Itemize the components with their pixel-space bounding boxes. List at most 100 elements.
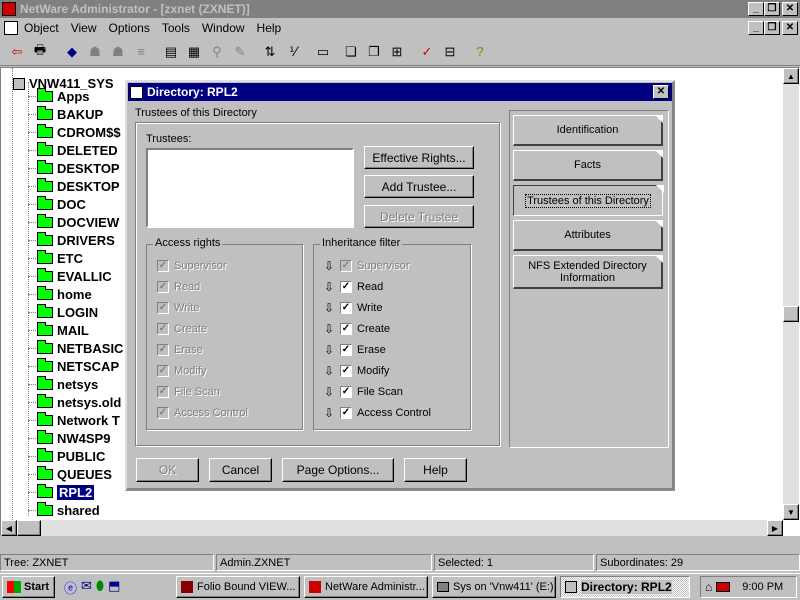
tree-item[interactable]: netsys bbox=[28, 375, 98, 393]
tree-item[interactable]: Network T bbox=[28, 411, 120, 429]
child-restore-button[interactable]: ❐ bbox=[764, 21, 780, 35]
menu-help[interactable]: Help bbox=[257, 21, 282, 35]
window-icon[interactable]: ▭ bbox=[312, 41, 334, 63]
scroll-right-button[interactable]: ▶ bbox=[767, 520, 783, 536]
access-right-checkbox[interactable]: ✓ Access Control bbox=[157, 405, 248, 421]
inheritance-checkbox[interactable]: ⇩ ✓ Erase bbox=[324, 342, 386, 358]
close-button[interactable]: ✕ bbox=[782, 2, 798, 16]
scroll-up-button[interactable]: ▲ bbox=[783, 68, 799, 84]
help-button[interactable]: Help bbox=[404, 458, 467, 482]
search-icon[interactable]: ⚲ bbox=[206, 41, 228, 63]
trustees-list[interactable] bbox=[146, 148, 354, 228]
main-title-bar[interactable]: NetWare Administrator - [zxnet (ZXNET)] … bbox=[0, 0, 800, 18]
user-icon[interactable]: ☗ bbox=[84, 41, 106, 63]
access-right-checkbox[interactable]: ✓ Write bbox=[157, 300, 199, 316]
outlook-icon[interactable]: ✉ bbox=[81, 578, 92, 597]
arrange-icon[interactable]: ⊞ bbox=[386, 41, 408, 63]
hscroll-thumb[interactable] bbox=[17, 520, 41, 536]
doc-icon[interactable] bbox=[4, 21, 18, 35]
delete-trustee-button[interactable]: Delete Trustee bbox=[364, 205, 474, 228]
tree-item[interactable]: shared bbox=[28, 501, 100, 519]
page-button[interactable]: Identification bbox=[513, 115, 663, 146]
page-options-button[interactable]: Page Options... bbox=[282, 458, 394, 482]
tree-item[interactable]: NW4SP9 bbox=[28, 429, 110, 447]
restore-button[interactable]: ❐ bbox=[764, 2, 780, 16]
scroll-down-button[interactable]: ▼ bbox=[783, 504, 799, 520]
horizontal-scrollbar[interactable]: ◀ ▶ bbox=[1, 520, 783, 536]
page-button[interactable]: NFS Extended Directory Information bbox=[513, 255, 663, 289]
tree-item[interactable]: DESKTOP bbox=[28, 177, 120, 195]
tree-item[interactable]: LOGIN bbox=[28, 303, 98, 321]
tile-icon[interactable]: ❐ bbox=[363, 41, 385, 63]
ie-icon[interactable]: ⓔ bbox=[64, 578, 77, 597]
exit-icon[interactable]: ⇦ bbox=[6, 41, 28, 63]
tree-item[interactable]: netsys.old bbox=[28, 393, 121, 411]
menu-options[interactable]: Options bbox=[108, 21, 149, 35]
access-right-checkbox[interactable]: ✓ Read bbox=[157, 279, 200, 295]
tree-item[interactable]: NETSCAP bbox=[28, 357, 119, 375]
network-icon[interactable]: ⊟ bbox=[439, 41, 461, 63]
minimize-button[interactable]: _ bbox=[748, 2, 764, 16]
template-icon[interactable]: ≡ bbox=[130, 41, 152, 63]
tray-volume-icon[interactable] bbox=[716, 582, 731, 592]
tree-item[interactable]: DELETED bbox=[28, 141, 118, 159]
start-button[interactable]: Start bbox=[2, 576, 55, 598]
tree-item[interactable]: NETBASIC bbox=[28, 339, 123, 357]
access-right-checkbox[interactable]: ✓ File Scan bbox=[157, 384, 220, 400]
browse-icon[interactable]: ◆ bbox=[61, 41, 83, 63]
inheritance-checkbox[interactable]: ⇩ ✓ Supervisor bbox=[324, 258, 410, 274]
tree-item[interactable]: EVALLIC bbox=[28, 267, 112, 285]
inheritance-checkbox[interactable]: ⇩ ✓ Modify bbox=[324, 363, 389, 379]
scroll-thumb[interactable] bbox=[783, 306, 799, 322]
dialog-close-button[interactable]: ✕ bbox=[653, 85, 669, 99]
menu-view[interactable]: View bbox=[71, 21, 97, 35]
tree-item[interactable]: Apps bbox=[28, 87, 90, 105]
tray-monitor-icon[interactable]: ⌂ bbox=[705, 580, 712, 594]
child-minimize-button[interactable]: _ bbox=[748, 21, 764, 35]
tree-item[interactable]: DOCVIEW bbox=[28, 213, 119, 231]
tree-item[interactable]: DESKTOP bbox=[28, 159, 120, 177]
menu-object[interactable]: Object bbox=[24, 21, 59, 35]
scroll-left-button[interactable]: ◀ bbox=[1, 520, 17, 536]
tree-item[interactable]: home bbox=[28, 285, 92, 303]
channels-icon[interactable]: ⬮ bbox=[96, 578, 104, 597]
chart-icon[interactable]: ✓ bbox=[416, 41, 438, 63]
group-icon[interactable]: ☗ bbox=[107, 41, 129, 63]
task-netware-admin[interactable]: NetWare Administr... bbox=[304, 576, 428, 598]
partition-icon[interactable]: ✎ bbox=[229, 41, 251, 63]
task-sys-drive[interactable]: Sys on 'Vnw411' (E:) bbox=[432, 576, 556, 598]
page-button[interactable]: Attributes bbox=[513, 220, 663, 251]
add-trustee-button[interactable]: Add Trustee... bbox=[364, 175, 474, 198]
desktop-icon[interactable]: ⬒ bbox=[108, 578, 120, 597]
help-icon[interactable]: ? bbox=[469, 41, 491, 63]
page-button[interactable]: Facts bbox=[513, 150, 663, 181]
move-icon[interactable]: ⇅ bbox=[259, 41, 281, 63]
tree-item[interactable]: CDROM$$ bbox=[28, 123, 121, 141]
sort-icon[interactable]: ⅟ bbox=[282, 41, 304, 63]
task-folio[interactable]: Folio Bound VIEW... bbox=[176, 576, 300, 598]
tree-item[interactable]: RPL2 bbox=[28, 483, 95, 501]
access-right-checkbox[interactable]: ✓ Supervisor bbox=[157, 258, 227, 274]
tree-item[interactable]: MAIL bbox=[28, 321, 89, 339]
menu-window[interactable]: Window bbox=[202, 21, 245, 35]
access-right-checkbox[interactable]: ✓ Create bbox=[157, 321, 207, 337]
dialog-title-bar[interactable]: Directory: RPL2 ✕ bbox=[128, 83, 672, 101]
tree-item[interactable]: BAKUP bbox=[28, 105, 103, 123]
tree-item[interactable]: DOC bbox=[28, 195, 86, 213]
access-right-checkbox[interactable]: ✓ Erase bbox=[157, 342, 203, 358]
ok-button[interactable]: OK bbox=[136, 458, 199, 482]
effective-rights-button[interactable]: Effective Rights... bbox=[364, 146, 474, 169]
tree-item[interactable]: PUBLIC bbox=[28, 447, 105, 465]
task-directory-rpl2[interactable]: Directory: RPL2 bbox=[560, 576, 690, 598]
tree-item[interactable]: QUEUES bbox=[28, 465, 112, 483]
rights-icon[interactable]: ▦ bbox=[183, 41, 205, 63]
page-button[interactable]: Trustees of this Directory bbox=[513, 185, 664, 216]
menu-tools[interactable]: Tools bbox=[162, 21, 190, 35]
cascade-icon[interactable]: ❏ bbox=[340, 41, 362, 63]
inheritance-checkbox[interactable]: ⇩ ✓ Create bbox=[324, 321, 390, 337]
inheritance-checkbox[interactable]: ⇩ ✓ Read bbox=[324, 279, 383, 295]
child-close-button[interactable]: ✕ bbox=[782, 21, 798, 35]
access-right-checkbox[interactable]: ✓ Modify bbox=[157, 363, 206, 379]
tree-item[interactable]: DRIVERS bbox=[28, 231, 115, 249]
vertical-scrollbar[interactable]: ▲ ▼ bbox=[783, 68, 799, 520]
